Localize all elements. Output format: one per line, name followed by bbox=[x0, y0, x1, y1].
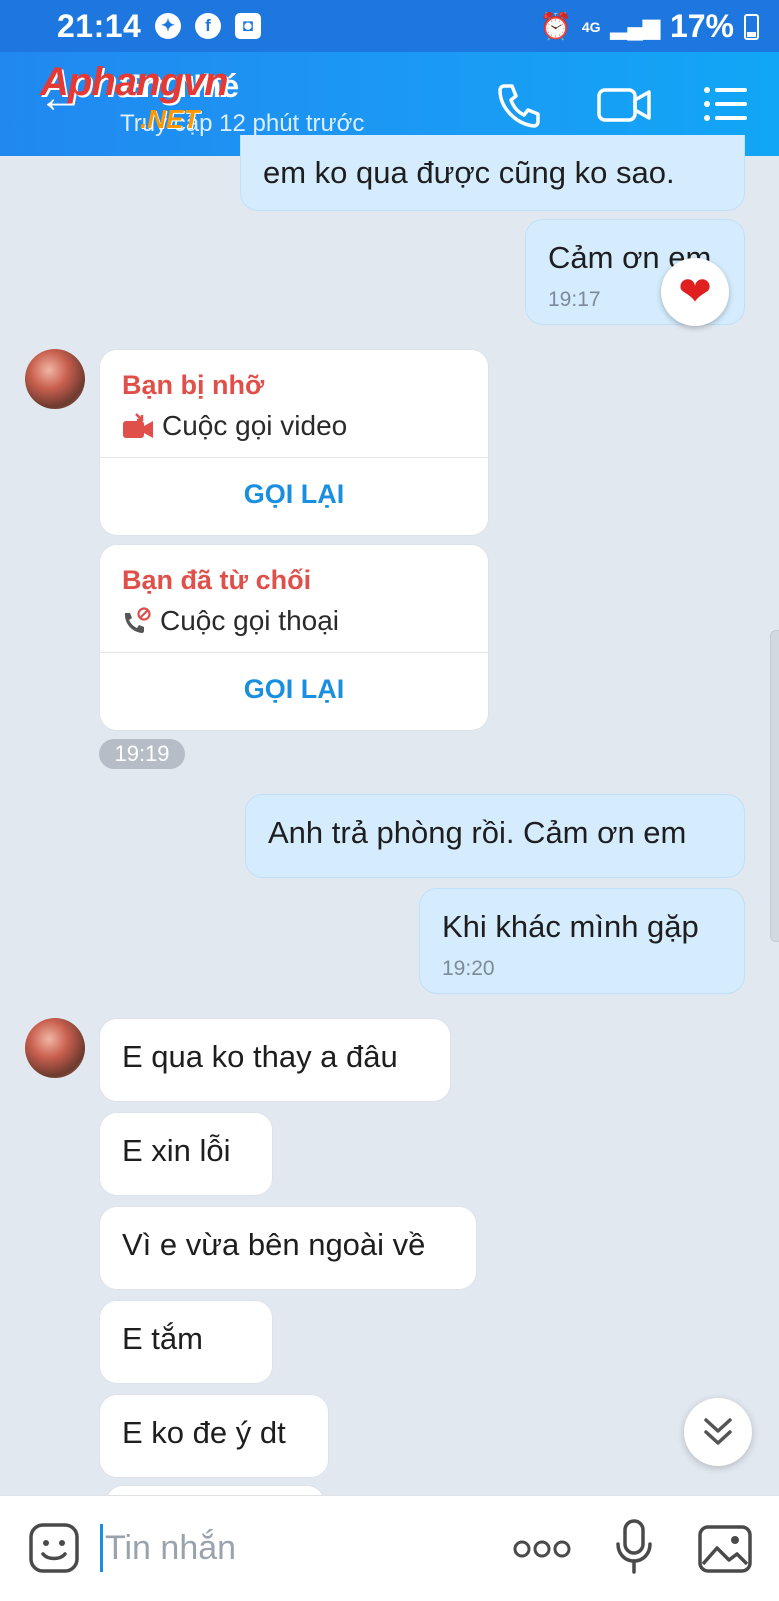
avatar[interactable] bbox=[25, 349, 85, 409]
video-call-icon[interactable] bbox=[595, 78, 655, 130]
scroll-down-button[interactable] bbox=[684, 1398, 752, 1466]
menu-list-icon[interactable] bbox=[702, 78, 754, 130]
message-text: Anh trả phòng rồi. Cảm ơn em bbox=[268, 815, 687, 850]
message-text: Vì e vừa bên ngoài về bbox=[122, 1227, 426, 1262]
status-right: ⏰ 4G ▂▄▆ 17% bbox=[539, 8, 759, 45]
message-bubble-incoming[interactable]: E xin lỗi bbox=[99, 1112, 273, 1196]
image-gallery-icon[interactable] bbox=[697, 1524, 753, 1574]
call-type: Cuộc gọi thoại bbox=[160, 605, 340, 636]
watermark-suffix: .NET bbox=[140, 104, 200, 134]
call-card-declined-voice: Bạn đã từ chối Cuộc gọi thoại GỌI LẠI bbox=[99, 544, 489, 731]
time-chip: 19:19 bbox=[99, 739, 185, 769]
message-input[interactable]: Tin nhắn bbox=[100, 1524, 236, 1572]
message-bubble-incoming[interactable]: E qua ko thay a đâu bbox=[99, 1018, 451, 1102]
side-panel-handle[interactable] bbox=[770, 630, 779, 942]
call-back-button[interactable]: GỌI LẠI bbox=[100, 653, 488, 725]
message-text: Khi khác mình gặp bbox=[442, 909, 699, 944]
message-bubble-outgoing[interactable]: Khi khác mình gặp 19:20 bbox=[419, 888, 745, 994]
call-type-row: Cuộc gọi thoại bbox=[122, 605, 339, 637]
missed-video-icon bbox=[123, 413, 153, 438]
microphone-icon[interactable] bbox=[614, 1518, 654, 1576]
message-text: E xin lỗi bbox=[122, 1133, 231, 1168]
watermark-logo: Aphangvn bbox=[40, 60, 229, 104]
message-bubble-incoming[interactable]: E tắm bbox=[99, 1300, 273, 1384]
message-time: 19:20 bbox=[442, 957, 495, 980]
double-chevron-down-icon bbox=[704, 1418, 732, 1445]
messenger-icon: ✦ bbox=[155, 13, 181, 39]
alarm-icon: ⏰ bbox=[539, 11, 572, 41]
avatar[interactable] bbox=[25, 1018, 85, 1078]
battery-percent: 17% bbox=[669, 8, 734, 44]
call-back-button[interactable]: GỌI LẠI bbox=[100, 458, 488, 530]
message-bubble-outgoing[interactable]: em ko qua được cũng ko sao. bbox=[240, 135, 745, 211]
heart-reaction-icon[interactable]: ❤ bbox=[661, 258, 729, 326]
input-bar: Tin nhắn bbox=[0, 1495, 779, 1601]
call-type: Cuộc gọi video bbox=[162, 410, 348, 441]
message-bubble-incoming[interactable]: Vì e vừa bên ngoài về bbox=[99, 1206, 477, 1290]
more-options-icon[interactable] bbox=[512, 1534, 572, 1564]
status-time: 21:14 bbox=[57, 8, 142, 44]
message-bubble-outgoing[interactable]: Anh trả phòng rồi. Cảm ơn em bbox=[245, 794, 745, 878]
call-type-row: Cuộc gọi video bbox=[122, 410, 347, 442]
call-status: Bạn bị nhỡ bbox=[122, 370, 265, 400]
phone-call-icon[interactable] bbox=[492, 78, 544, 130]
message-bubble-incoming[interactable]: E ko đe ý dt bbox=[99, 1394, 329, 1478]
battery-icon bbox=[744, 13, 759, 40]
status-bar: 21:14 ✦ f ◘ ⏰ 4G ▂▄▆ 17% bbox=[0, 0, 779, 52]
call-card-missed-video: Bạn bị nhỡ Cuộc gọi video GỌI LẠI bbox=[99, 349, 489, 536]
message-text: E qua ko thay a đâu bbox=[122, 1039, 398, 1074]
network-type: 4G bbox=[581, 18, 601, 35]
message-text: em ko qua được cũng ko sao. bbox=[263, 155, 675, 190]
message-text: E ko đe ý dt bbox=[122, 1415, 286, 1450]
call-status: Bạn đã từ chối bbox=[122, 565, 312, 595]
sticker-emoji-icon[interactable] bbox=[28, 1522, 80, 1574]
app-notification-icon: ◘ bbox=[235, 13, 261, 39]
facebook-icon: f bbox=[195, 13, 221, 39]
message-text: E tắm bbox=[122, 1321, 203, 1356]
declined-call-icon bbox=[125, 607, 151, 633]
signal-icon: ▂▄▆ bbox=[610, 13, 660, 39]
